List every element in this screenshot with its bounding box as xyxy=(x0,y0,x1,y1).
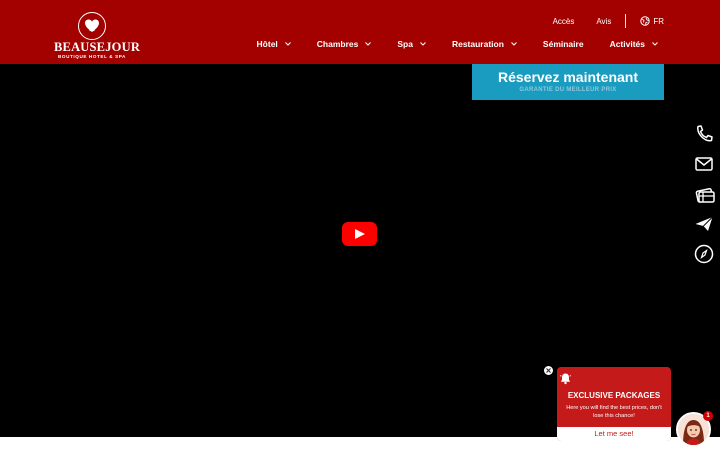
nav-item-label: Activités xyxy=(609,39,645,49)
nav-item-label: Spa xyxy=(397,39,413,49)
nav-item-restauration[interactable]: Restauration xyxy=(452,39,517,49)
nav-item-label: Séminaire xyxy=(542,39,584,49)
language-selector[interactable]: FR xyxy=(640,16,664,26)
acces-link[interactable]: Accès xyxy=(553,17,575,26)
reserve-title: Réservez maintenant xyxy=(497,69,639,85)
nav-item-hotel[interactable]: Hôtel xyxy=(257,39,291,49)
gift-voucher-icon[interactable] xyxy=(694,184,718,208)
popup-text: Here you will find the best prices, don'… xyxy=(566,405,662,419)
youtube-play-button[interactable] xyxy=(342,222,377,246)
logo-tagline: BOUTIQUE HOTEL & SPA xyxy=(58,54,126,59)
nav-item-activites[interactable]: Activités xyxy=(610,39,658,49)
chevron-down-icon xyxy=(652,42,658,46)
popup-close-button[interactable] xyxy=(544,366,553,375)
avis-link[interactable]: Avis xyxy=(596,17,611,26)
chevron-down-icon xyxy=(511,42,517,46)
close-icon xyxy=(546,368,551,373)
nav-item-seminaire[interactable]: Séminaire xyxy=(543,39,584,49)
chevron-down-icon xyxy=(420,42,426,46)
top-links: Accès Avis FR xyxy=(531,14,664,28)
nav-item-label: Restauration xyxy=(451,39,504,49)
exclusive-packages-popup: EXCLUSIVE PACKAGES Here you will find th… xyxy=(557,367,671,441)
compass-icon[interactable] xyxy=(694,244,718,268)
send-icon[interactable] xyxy=(694,214,718,238)
main-nav: Hôtel Chambres Spa Restauration Séminair… xyxy=(231,39,658,49)
bell-icon xyxy=(559,373,572,385)
heart-logo-icon xyxy=(78,12,106,40)
reserve-now-button[interactable]: Réservez maintenant GARANTIE DU MEILLEUR… xyxy=(472,64,664,100)
chat-notification-badge: 1 xyxy=(703,411,713,421)
chevron-down-icon xyxy=(365,42,372,46)
nav-item-label: Chambres xyxy=(316,39,359,49)
globe-icon xyxy=(640,16,651,26)
play-icon xyxy=(355,229,365,239)
language-label: FR xyxy=(653,16,664,26)
logo-brand: BEAUSEJOUR xyxy=(54,40,141,54)
page: BEAUSEJOUR BOUTIQUE HOTEL & SPA Accès Av… xyxy=(0,0,720,450)
mail-icon[interactable] xyxy=(694,154,718,178)
site-header: BEAUSEJOUR BOUTIQUE HOTEL & SPA Accès Av… xyxy=(0,0,720,64)
nav-item-label: Hôtel xyxy=(256,39,278,49)
top-links-divider xyxy=(625,14,627,28)
let-me-see-button[interactable]: Let me see! xyxy=(557,427,671,441)
logo[interactable]: BEAUSEJOUR BOUTIQUE HOTEL & SPA xyxy=(54,10,141,60)
nav-item-chambres[interactable]: Chambres xyxy=(317,39,372,49)
nav-item-spa[interactable]: Spa xyxy=(397,39,426,49)
phone-icon[interactable] xyxy=(694,124,718,148)
popup-title: EXCLUSIVE PACKAGES xyxy=(567,391,661,400)
reserve-subtitle: GARANTIE DU MEILLEUR PRIX xyxy=(519,87,617,93)
chevron-down-icon xyxy=(284,42,291,46)
